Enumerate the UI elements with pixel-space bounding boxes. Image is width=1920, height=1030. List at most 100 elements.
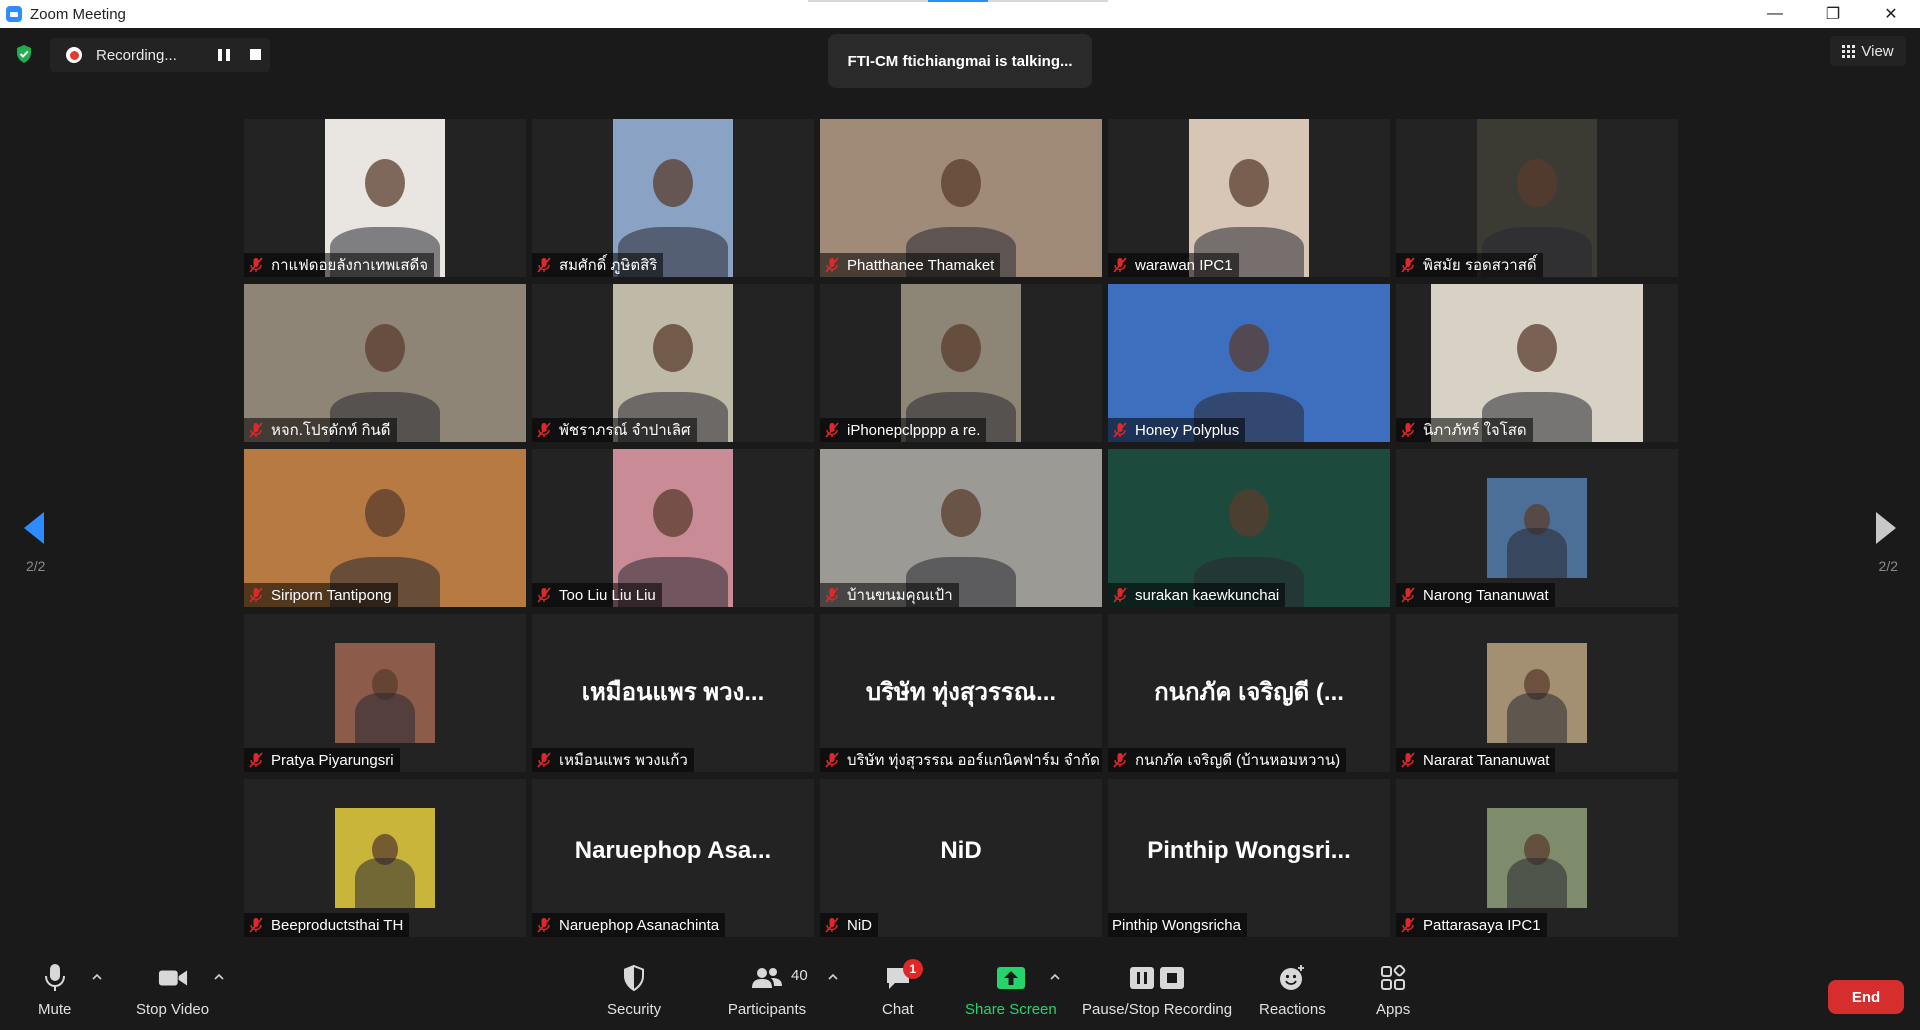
muted-microphone-icon xyxy=(825,917,839,933)
participant-name: Pratya Piyarungsri xyxy=(271,751,394,769)
pause-stop-recording-button[interactable]: Pause/Stop Recording xyxy=(1082,963,1232,1023)
participant-tile[interactable]: Siriporn Tantipong xyxy=(244,449,526,607)
participant-tile[interactable]: หจก.โปรดักท์ กินดี xyxy=(244,284,526,442)
participant-tile[interactable]: Naruephop Asa... Naruephop Asanachinta xyxy=(532,779,814,937)
muted-microphone-icon xyxy=(249,257,263,273)
participant-tile[interactable]: Beeproductsthai TH xyxy=(244,779,526,937)
participant-tile[interactable]: บ้านขนมคุณเป้า xyxy=(820,449,1102,607)
participant-video xyxy=(335,643,435,743)
muted-microphone-icon xyxy=(249,422,263,438)
participants-icon: 40 xyxy=(727,963,808,993)
security-shield-icon xyxy=(619,963,649,993)
participant-name: surakan kaewkunchai xyxy=(1135,586,1280,604)
grid-view-icon xyxy=(1842,44,1856,58)
participant-silhouette xyxy=(653,489,693,537)
restore-button[interactable]: ❐ xyxy=(1804,0,1862,28)
mute-button[interactable]: Mute xyxy=(38,963,71,1023)
muted-microphone-icon xyxy=(1113,422,1127,438)
share-screen-button[interactable]: Share Screen xyxy=(965,963,1057,1023)
chat-button[interactable]: 1 Chat xyxy=(882,959,923,1023)
participant-name: Naruephop Asanachinta xyxy=(559,916,720,934)
participant-tile[interactable]: บริษัท ทุ่งสุวรรณ... บริษัท ทุ่งสุวรรณ ออ… xyxy=(820,614,1102,772)
muted-microphone-icon xyxy=(825,752,839,768)
participant-tile[interactable]: นิภาภัทร์ ใจโสด xyxy=(1396,284,1678,442)
participant-name: กนกภัค เจริญดี (บ้านหอมหวาน) xyxy=(1135,752,1341,769)
window-title: Zoom Meeting xyxy=(30,5,126,23)
close-button[interactable]: ✕ xyxy=(1862,0,1920,28)
participant-tile[interactable]: สมศักดิ์ ภูษิตสิริ xyxy=(532,119,814,277)
participant-tile[interactable]: surakan kaewkunchai xyxy=(1108,449,1390,607)
participant-tile[interactable]: NiD NiD xyxy=(820,779,1102,937)
participant-name-bar: พิสมัย รอดสวาสดิ์ xyxy=(1396,253,1543,277)
participant-tile[interactable]: Narong Tananuwat xyxy=(1396,449,1678,607)
microphone-icon xyxy=(40,963,70,993)
participant-tile[interactable]: Too Liu Liu Liu xyxy=(532,449,814,607)
participant-silhouette xyxy=(1517,159,1557,207)
security-button[interactable]: Security xyxy=(607,963,661,1023)
participant-name-bar: Too Liu Liu Liu xyxy=(532,583,662,607)
participant-silhouette-body xyxy=(355,858,415,908)
apps-button[interactable]: Apps xyxy=(1376,963,1410,1023)
participant-tile[interactable]: Pattarasaya IPC1 xyxy=(1396,779,1678,937)
muted-microphone-icon xyxy=(1113,257,1127,273)
participant-name-bar: Nararat Tananuwat xyxy=(1396,748,1556,772)
stop-recording-icon[interactable] xyxy=(250,49,261,60)
participant-name-bar: กาแฟดอยลังกาเทพเสดีจ xyxy=(244,253,435,277)
participant-tile[interactable]: iPhonepclpppp a re. xyxy=(820,284,1102,442)
participant-silhouette xyxy=(653,159,693,207)
participant-silhouette xyxy=(1229,324,1269,372)
participant-name: เหมือนแพร พวงแก้ว xyxy=(559,752,688,769)
participant-name: Narong Tananuwat xyxy=(1423,586,1549,604)
end-meeting-button[interactable]: End xyxy=(1828,980,1904,1014)
participant-tile[interactable]: Honey Polyplus xyxy=(1108,284,1390,442)
next-page-icon[interactable] xyxy=(1874,510,1898,546)
participant-name-bar: Narong Tananuwat xyxy=(1396,583,1555,607)
participant-name: บ้านขนมคุณเป้า xyxy=(847,587,953,604)
participant-name-bar: เหมือนแพร พวงแก้ว xyxy=(532,748,694,772)
video-options-chevron-icon[interactable] xyxy=(214,973,224,981)
participant-name-bar: Beeproductsthai TH xyxy=(244,913,410,937)
muted-microphone-icon xyxy=(1401,752,1415,768)
participant-tile[interactable]: พัชราภรณ์ จำปาเลิศ xyxy=(532,284,814,442)
participants-button[interactable]: 40 Participants xyxy=(727,963,808,1023)
muted-microphone-icon xyxy=(537,257,551,273)
encryption-shield-icon[interactable] xyxy=(14,44,34,64)
chat-bubble-icon: 1 xyxy=(883,959,923,993)
audio-options-chevron-icon[interactable] xyxy=(92,973,102,981)
participant-name-bar: Pratya Piyarungsri xyxy=(244,748,400,772)
title-bar: Zoom Meeting — ❐ ✕ xyxy=(0,0,1920,28)
participant-name-bar: สมศักดิ์ ภูษิตสิริ xyxy=(532,253,664,277)
participant-tile[interactable]: กนกภัค เจริญดี (... กนกภัค เจริญดี (บ้านห… xyxy=(1108,614,1390,772)
participant-tile[interactable]: Nararat Tananuwat xyxy=(1396,614,1678,772)
participant-name: warawan IPC1 xyxy=(1135,256,1233,274)
reactions-button[interactable]: Reactions xyxy=(1259,963,1326,1023)
security-label: Security xyxy=(607,1001,662,1018)
participant-tile[interactable]: Phatthanee Thamaket xyxy=(820,119,1102,277)
participant-tile[interactable]: warawan IPC1 xyxy=(1108,119,1390,277)
participant-tile[interactable]: Pratya Piyarungsri xyxy=(244,614,526,772)
participant-silhouette xyxy=(941,159,981,207)
participant-display-name: Pinthip Wongsri... xyxy=(1147,837,1351,864)
recording-indicator: Recording... xyxy=(50,38,270,72)
participant-tile[interactable]: Pinthip Wongsri... Pinthip Wongsricha xyxy=(1108,779,1390,937)
participants-options-chevron-icon[interactable] xyxy=(828,973,838,981)
participant-name-bar: surakan kaewkunchai xyxy=(1108,583,1286,607)
participant-name: หจก.โปรดักท์ กินดี xyxy=(271,422,391,439)
participant-name: Phatthanee Thamaket xyxy=(847,256,995,274)
page-indicator-left: 2/2 xyxy=(26,558,46,574)
share-options-chevron-icon[interactable] xyxy=(1050,973,1060,981)
muted-microphone-icon xyxy=(1113,752,1127,768)
pause-recording-icon[interactable] xyxy=(218,49,230,61)
share-screen-icon xyxy=(996,963,1026,993)
previous-page-icon[interactable] xyxy=(22,510,46,546)
participant-tile[interactable]: กาแฟดอยลังกาเทพเสดีจ xyxy=(244,119,526,277)
stop-video-button[interactable]: Stop Video xyxy=(136,963,209,1023)
participant-video xyxy=(1487,478,1587,578)
minimize-button[interactable]: — xyxy=(1746,0,1804,28)
participant-tile[interactable]: เหมือนแพร พวง... เหมือนแพร พวงแก้ว xyxy=(532,614,814,772)
muted-microphone-icon xyxy=(249,752,263,768)
view-button[interactable]: View xyxy=(1830,36,1906,66)
participant-tile[interactable]: พิสมัย รอดสวาสดิ์ xyxy=(1396,119,1678,277)
participant-silhouette-body xyxy=(1507,693,1567,743)
participant-display-name: NiD xyxy=(940,837,982,864)
